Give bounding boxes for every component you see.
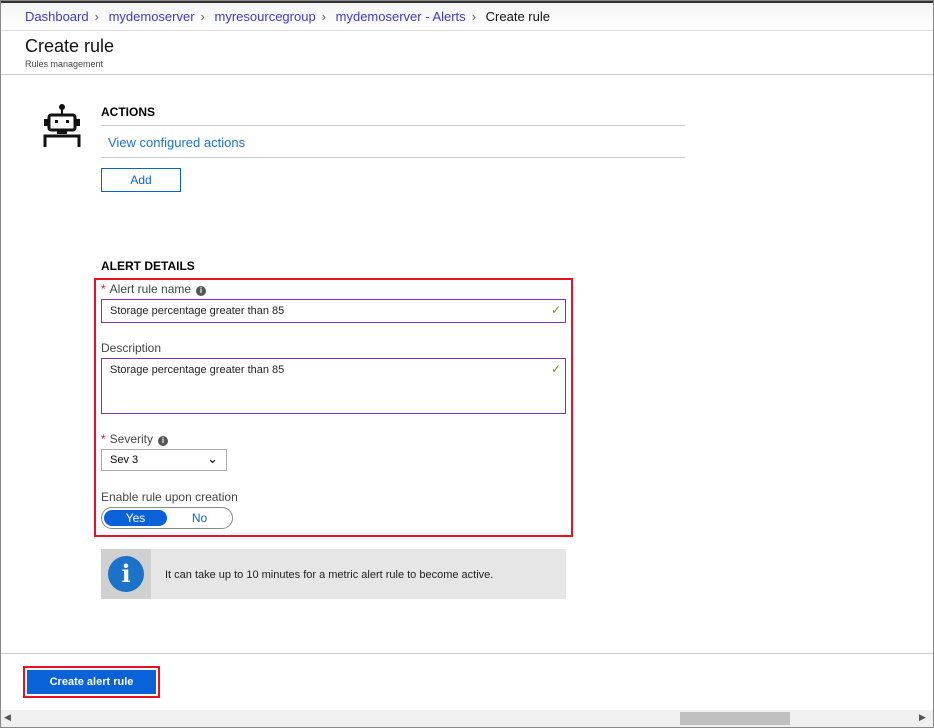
alert-details-heading: ALERT DETAILS <box>101 259 195 273</box>
horizontal-scrollbar[interactable]: ◀ ▶ <box>1 710 933 727</box>
divider <box>101 125 685 126</box>
scrollbar-thumb[interactable] <box>680 712 790 725</box>
info-icon: i <box>196 286 207 296</box>
actions-heading: ACTIONS <box>101 105 155 119</box>
scroll-right-icon[interactable]: ▶ <box>919 712 926 723</box>
severity-select[interactable]: Sev 3 ⌄ <box>101 449 227 471</box>
scroll-left-icon[interactable]: ◀ <box>4 712 11 723</box>
severity-label: * Severity i <box>101 432 169 446</box>
description-input[interactable]: Storage percentage greater than 85 ✓ <box>101 358 566 414</box>
toggle-yes[interactable]: Yes <box>104 510 167 526</box>
breadcrumb: Dashboard › mydemoserver › myresourcegroup… <box>1 1 933 31</box>
divider <box>101 157 685 158</box>
page-subtitle: Rules management <box>25 59 104 69</box>
breadcrumb-alerts[interactable]: mydemoserver - Alerts <box>336 9 466 24</box>
enable-rule-label: Enable rule upon creation <box>101 490 238 504</box>
create-alert-rule-button[interactable]: Create alert rule <box>26 669 157 695</box>
description-label: Description <box>101 341 162 355</box>
chevron-down-icon: ⌄ <box>207 451 218 466</box>
breadcrumb-current: Create rule <box>485 9 550 24</box>
create-highlight: Create alert rule <box>23 666 160 698</box>
breadcrumb-group[interactable]: myresourcegroup <box>215 9 316 24</box>
check-icon: ✓ <box>550 362 561 376</box>
add-action-button[interactable]: Add <box>101 168 181 192</box>
check-icon: ✓ <box>550 303 561 317</box>
info-text: It can take up to 10 minutes for a metri… <box>165 569 494 581</box>
toggle-no[interactable]: No <box>168 510 231 526</box>
breadcrumb-dashboard[interactable]: Dashboard <box>25 9 89 24</box>
divider <box>1 74 933 75</box>
page-title: Create rule <box>25 36 115 56</box>
alert-rule-name-input[interactable]: Storage percentage greater than 85 ✓ <box>101 299 566 323</box>
breadcrumb-server[interactable]: mydemoserver <box>109 9 195 24</box>
info-icon: i <box>158 436 169 446</box>
enable-toggle[interactable]: Yes No <box>101 507 233 529</box>
info-icon: i <box>108 556 144 592</box>
view-actions-link[interactable]: View configured actions <box>108 135 245 150</box>
divider <box>1 653 933 654</box>
alert-rule-name-label: * Alert rule name i <box>101 282 207 296</box>
info-banner: i It can take up to 10 minutes for a met… <box>101 549 566 599</box>
robot-icon <box>43 104 81 147</box>
